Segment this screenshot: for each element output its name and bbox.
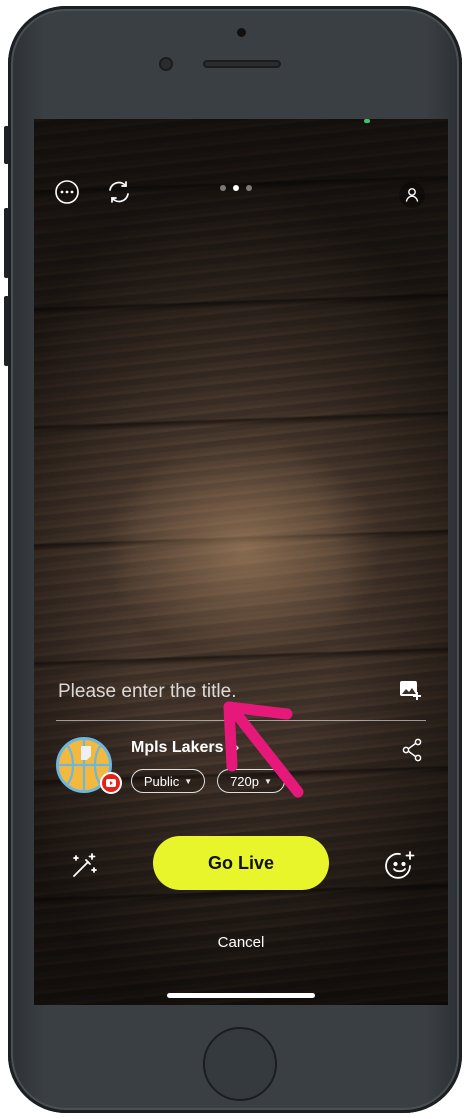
camera-flip-icon[interactable] [106,179,132,205]
page-indicator [220,185,252,191]
quality-dropdown[interactable]: 720p ▼ [217,769,285,793]
camera-active-indicator [364,119,370,123]
volume-down-button [4,296,9,366]
share-icon[interactable] [401,738,423,762]
privacy-dropdown[interactable]: Public ▼ [131,769,205,793]
mute-switch [4,126,9,164]
channel-chevron-icon[interactable]: › [234,739,239,757]
channel-name[interactable]: Mpls Lakers [131,739,223,757]
page-dot [246,185,252,191]
go-live-button[interactable]: Go Live [153,836,329,890]
home-button[interactable] [203,1027,277,1101]
sensor-lens [159,57,173,71]
quality-value: 720p [230,773,259,789]
caret-down-icon: ▼ [264,776,272,786]
add-cover-image-icon[interactable] [398,678,422,702]
profile-icon[interactable] [398,181,426,209]
caret-down-icon: ▼ [184,776,193,786]
privacy-value: Public [143,773,180,789]
live-setup-screen: Mpls Lakers › Public ▼ 720p ▼ Go Live Ca… [34,119,448,1005]
home-indicator [167,993,315,998]
title-divider [56,720,426,721]
front-camera [237,28,246,37]
add-sticker-icon[interactable] [383,849,417,883]
beauty-filter-icon[interactable] [68,850,100,882]
title-input[interactable] [56,676,400,708]
volume-up-button [4,208,9,278]
page-dot [220,185,226,191]
cancel-button[interactable]: Cancel [34,934,448,951]
earpiece-speaker [203,60,281,68]
page-dot-active [233,185,239,191]
youtube-badge-icon [100,772,122,794]
more-options-icon[interactable] [54,179,80,205]
